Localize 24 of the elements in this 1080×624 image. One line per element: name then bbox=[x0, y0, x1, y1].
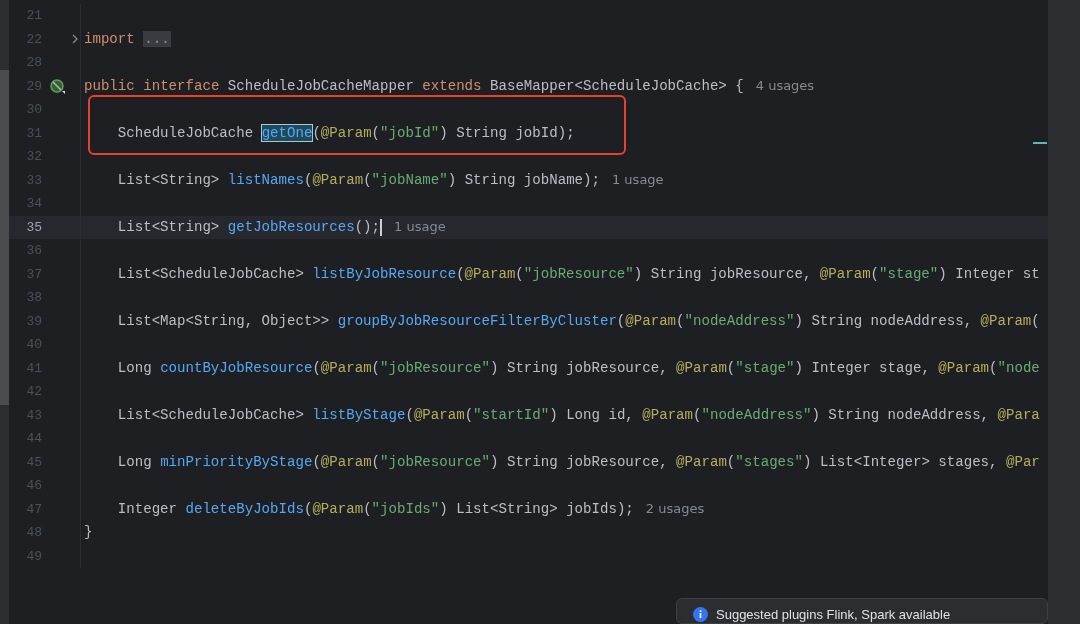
usages-hint[interactable]: 1 usage bbox=[611, 170, 664, 190]
folded-code[interactable]: ... bbox=[143, 30, 171, 47]
change-marker bbox=[1033, 142, 1047, 144]
usages-hint[interactable]: 4 usages bbox=[755, 76, 815, 96]
code-line: Long minPriorityByStage(@Param("jobResource") String jobResource, @Param("stages") List<Integer> stages, @Par bbox=[116, 452, 1040, 472]
usages-hint[interactable]: 1 usage bbox=[394, 217, 446, 237]
code-line: List<ScheduleJobCache> listByStage(@Param("startId") Long id, @Param("nodeAddress") String nodeAddress, @Para bbox=[116, 405, 1040, 425]
text-cursor bbox=[380, 218, 383, 236]
code-line: List<Map<String, Object>> groupByJobResourceFilterByCluster(@Param("nodeAddress") String nodeAddress, @Param( bbox=[116, 311, 1040, 331]
code-line: List<String> listNames(@Param("jobName") String jobName); bbox=[116, 170, 600, 190]
code-line: public interface ScheduleJobCacheMapper extends BaseMapper<ScheduleJobCache> { bbox=[84, 76, 744, 96]
code-line: List<String> getJobResources(); bbox=[116, 217, 381, 237]
info-icon bbox=[693, 607, 708, 622]
code-line: List<ScheduleJobCache> listByJobResource(@Param("jobResource") String jobResource, @Param("stage") Integer st bbox=[116, 264, 1040, 284]
code-line: Long countByJobResource(@Param("jobResource") String jobResource, @Param("stage") Integer stage, @Param("node bbox=[116, 358, 1040, 378]
code-line: Integer deleteByJobIds(@Param("jobIds") List<String> jobIds); bbox=[116, 499, 634, 519]
scrollbar-thumb[interactable] bbox=[0, 70, 9, 405]
line-number: 35 bbox=[25, 218, 42, 237]
implemented-icon[interactable] bbox=[49, 78, 65, 94]
code-line: import ... bbox=[84, 29, 171, 49]
notification-text: Suggested plugins Flink, Spark available bbox=[716, 607, 951, 622]
expand-icon[interactable] bbox=[72, 34, 78, 45]
code-line: } bbox=[84, 523, 93, 543]
usages-hint[interactable]: 2 usages bbox=[645, 499, 705, 519]
